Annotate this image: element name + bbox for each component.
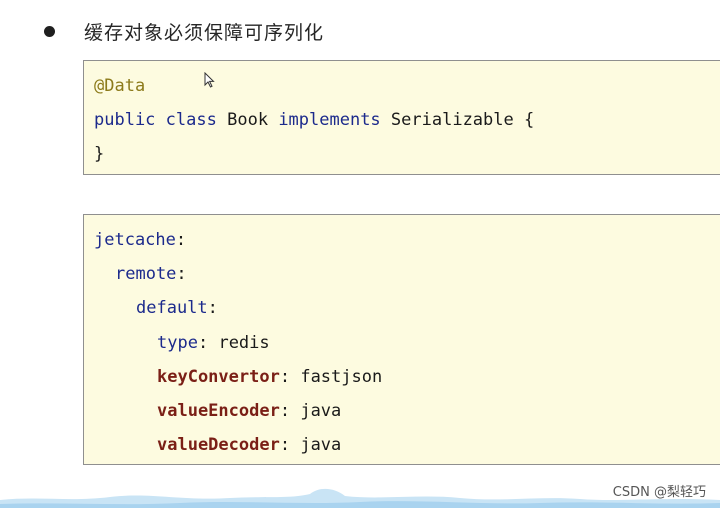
yaml-line-key-convertor: keyConvertor: fastjson [157, 366, 382, 388]
keyword-public: public [94, 110, 156, 130]
code-line-class-declaration: public class Book implements Serializabl… [94, 109, 534, 131]
yaml-line-default: default: [136, 297, 218, 319]
yaml-line-remote: remote: [115, 263, 187, 285]
class-name: Book [227, 110, 269, 130]
java-code-block: @Data public class Book implements Seria… [83, 60, 720, 175]
yaml-key-jetcache: jetcache [94, 230, 176, 250]
yaml-value-value-decoder: java [300, 435, 342, 455]
yaml-colon: : [176, 264, 187, 284]
annotation-token: @Data [94, 76, 146, 96]
yaml-value-type: redis [218, 333, 270, 353]
keyword-implements: implements [278, 110, 381, 130]
yaml-key-value-encoder: valueEncoder [157, 401, 280, 421]
yaml-key-remote: remote [115, 264, 177, 284]
interface-name: Serializable [390, 110, 514, 130]
code-line-close-brace: } [94, 143, 104, 165]
yaml-colon: : [279, 435, 291, 455]
mouse-pointer-icon [204, 72, 215, 88]
bullet-dot-icon [44, 25, 55, 37]
yaml-line-jetcache: jetcache: [94, 229, 186, 251]
yaml-key-default: default [136, 298, 208, 318]
yaml-line-value-decoder: valueDecoder: java [157, 434, 341, 456]
yaml-colon: : [207, 298, 218, 318]
code-line-annotation: @Data [94, 75, 145, 97]
bullet-text: 缓存对象必须保障可序列化 [84, 21, 325, 44]
yaml-colon: : [175, 230, 187, 250]
yaml-key-type: type [157, 333, 198, 353]
open-brace: { [524, 110, 535, 130]
yaml-key-key-convertor: keyConvertor [157, 367, 280, 387]
yaml-key-value-decoder: valueDecoder [157, 435, 280, 455]
yaml-value-key-convertor: fastjson [300, 367, 383, 387]
yaml-code-block: jetcache: remote: default: type: redis k… [83, 214, 720, 465]
yaml-colon: : [279, 401, 291, 421]
keyword-class: class [165, 110, 217, 130]
bullet-item: 缓存对象必须保障可序列化 [44, 16, 324, 46]
yaml-line-type: type: redis [157, 332, 270, 354]
yaml-colon: : [197, 333, 209, 353]
close-brace: } [94, 144, 105, 164]
yaml-value-value-encoder: java [300, 401, 342, 421]
yaml-line-value-encoder: valueEncoder: java [157, 400, 341, 422]
watermark: CSDN @梨轻巧 [612, 485, 706, 500]
yaml-colon: : [279, 367, 291, 387]
